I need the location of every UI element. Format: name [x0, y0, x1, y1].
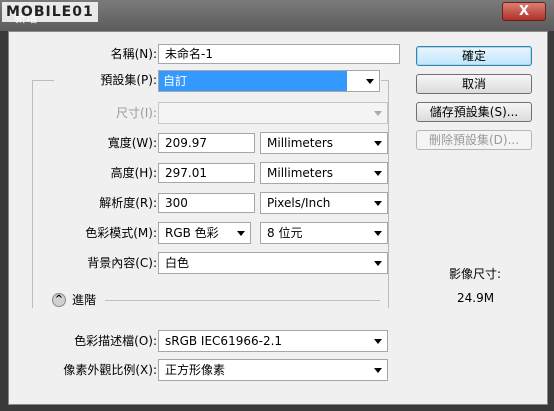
- dialog-body: 名稱(N): 未命名-1 預設集(P): 自訂 尺寸(I): 寬度(W): 20…: [8, 31, 548, 405]
- bit-depth-value: 8 位元: [267, 226, 303, 240]
- chevron-down-icon: [374, 141, 382, 146]
- color-profile-value: sRGB IEC61966-2.1: [165, 334, 283, 348]
- collapse-advanced-icon[interactable]: ^: [52, 293, 66, 307]
- color-profile-select[interactable]: sRGB IEC61966-2.1: [158, 330, 388, 352]
- preset-selected-value: 自訂: [159, 71, 347, 91]
- color-mode-value: RGB 色彩: [165, 226, 219, 240]
- watermark-logo: MOBILE01: [2, 2, 98, 22]
- chevron-down-icon: [374, 201, 382, 206]
- close-button[interactable]: X: [502, 2, 546, 21]
- ok-button[interactable]: 確定: [416, 46, 532, 66]
- chevron-down-icon: [374, 171, 382, 176]
- chevron-down-icon: [374, 111, 382, 116]
- image-size-value: 24.9M: [457, 291, 495, 305]
- height-unit-select[interactable]: Millimeters: [260, 162, 388, 184]
- background-label: 背景內容(C):: [87, 256, 157, 270]
- width-unit-select[interactable]: Millimeters: [260, 132, 388, 154]
- pixel-aspect-select[interactable]: 正方形像素: [158, 359, 388, 381]
- color-mode-select[interactable]: RGB 色彩: [158, 222, 251, 244]
- background-value: 白色: [165, 256, 190, 270]
- cancel-button[interactable]: 取消: [416, 74, 532, 94]
- size-select: [158, 102, 388, 124]
- resolution-input[interactable]: 300: [158, 193, 255, 213]
- title-bar: 新增 MOBILE01 X: [0, 0, 554, 31]
- name-label: 名稱(N):: [110, 47, 157, 61]
- chevron-down-icon: [374, 368, 382, 373]
- advanced-divider: [105, 300, 380, 301]
- pixel-aspect-label: 像素外觀比例(X):: [63, 363, 157, 377]
- preset-group-right-edge: [388, 80, 389, 308]
- size-label: 尺寸(I):: [116, 106, 157, 120]
- chevron-down-icon: [366, 79, 374, 84]
- height-input[interactable]: 297.01: [158, 163, 255, 183]
- chevron-down-icon: [374, 231, 382, 236]
- preset-label: 預設集(P):: [100, 73, 157, 87]
- color-profile-label: 色彩描述檔(O):: [74, 334, 157, 348]
- width-label: 寬度(W):: [107, 136, 157, 150]
- width-unit-value: Millimeters: [267, 136, 334, 150]
- chevron-down-icon: [374, 339, 382, 344]
- color-mode-label: 色彩模式(M):: [85, 226, 157, 240]
- height-unit-value: Millimeters: [267, 166, 334, 180]
- resolution-unit-value: Pixels/Inch: [267, 196, 331, 210]
- chevron-down-icon: [237, 231, 245, 236]
- width-input[interactable]: 209.97: [158, 133, 255, 153]
- delete-preset-button: 刪除預設集(D)...: [416, 130, 532, 150]
- background-select[interactable]: 白色: [158, 252, 388, 274]
- preset-group-top-left: [32, 80, 54, 81]
- height-label: 高度(H):: [110, 166, 157, 180]
- bit-depth-select[interactable]: 8 位元: [260, 222, 388, 244]
- preset-select[interactable]: 自訂: [158, 70, 380, 92]
- resolution-label: 解析度(R):: [99, 196, 157, 210]
- save-preset-button[interactable]: 儲存預設集(S)...: [416, 102, 532, 122]
- advanced-label[interactable]: 進階: [72, 290, 96, 310]
- preset-group-left-edge: [32, 80, 33, 308]
- resolution-unit-select[interactable]: Pixels/Inch: [260, 192, 388, 214]
- name-input[interactable]: 未命名-1: [158, 44, 400, 64]
- image-size-label: 影像尺寸:: [449, 267, 502, 281]
- pixel-aspect-value: 正方形像素: [165, 363, 226, 377]
- chevron-down-icon: [374, 261, 382, 266]
